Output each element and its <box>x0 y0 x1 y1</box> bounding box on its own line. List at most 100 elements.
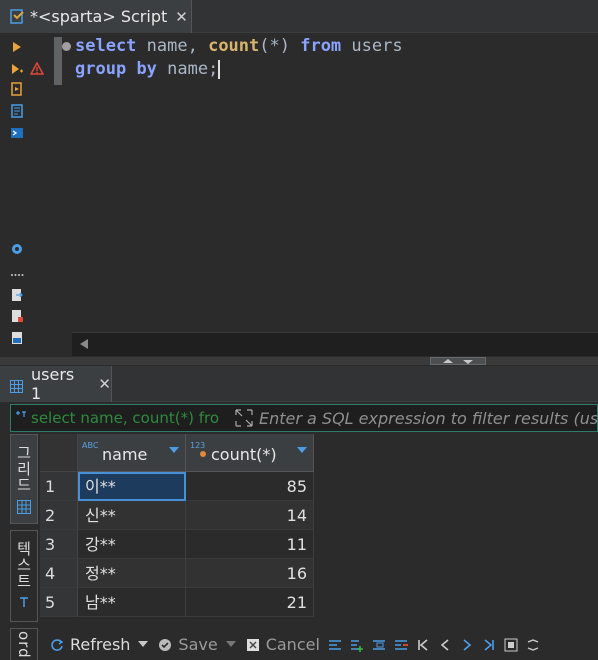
column-header-count[interactable]: 123 count(*) <box>186 434 314 472</box>
code-line-2[interactable]: group by name; <box>75 58 221 81</box>
code-text: name; <box>156 59 219 79</box>
cancel-label: Cancel <box>265 634 320 654</box>
table-cell[interactable]: 이** <box>78 472 186 501</box>
add-row-icon[interactable] <box>350 637 364 652</box>
more-options-icon[interactable] <box>526 637 540 651</box>
refresh-button[interactable]: Refresh <box>50 635 149 654</box>
function-name: count <box>208 36 260 56</box>
sort-dropdown-icon[interactable] <box>169 447 179 453</box>
code-text: name, <box>136 36 209 56</box>
tab-record[interactable]: ord <box>10 628 38 660</box>
column-header-name[interactable]: ABC name <box>78 434 186 472</box>
format-icon[interactable] <box>10 330 24 344</box>
execute-script-icon[interactable] <box>10 81 24 96</box>
text-caret <box>218 59 221 79</box>
fit-columns-icon[interactable] <box>504 637 518 652</box>
number-type-icon: 123 <box>190 441 206 450</box>
tab-text[interactable]: 텍스트 <box>10 530 38 622</box>
last-page-icon[interactable] <box>482 637 496 651</box>
next-page-icon[interactable] <box>460 637 474 651</box>
sort-dropdown-icon[interactable] <box>297 447 307 453</box>
table-grid-icon <box>10 378 23 393</box>
settings-icon[interactable] <box>10 241 24 255</box>
table-cell[interactable]: 11 <box>186 530 314 559</box>
table-cell[interactable]: 16 <box>186 559 314 588</box>
close-icon[interactable]: ✕ <box>175 8 188 26</box>
code-text: users <box>341 36 403 56</box>
tab-grid-label: 그리드 <box>14 445 33 493</box>
close-icon[interactable]: ✕ <box>98 375 111 393</box>
keyword: select <box>75 36 137 56</box>
save-label: Save <box>178 634 218 654</box>
row-number[interactable]: 1 <box>40 472 78 501</box>
scroll-left-icon[interactable] <box>80 339 88 349</box>
delete-script-icon[interactable] <box>10 308 24 322</box>
delete-row-icon[interactable] <box>394 637 408 651</box>
table-row[interactable]: 4 정** 16 <box>40 559 314 588</box>
grid-corner[interactable] <box>40 434 78 472</box>
row-number[interactable]: 2 <box>40 501 78 530</box>
script-editor-tab[interactable]: *<sparta> Script ✕ <box>0 0 192 33</box>
prev-page-icon[interactable] <box>438 637 452 651</box>
expand-icon[interactable] <box>233 407 255 429</box>
script-tab-title: *<sparta> Script <box>30 7 168 26</box>
execute-statement-icon[interactable] <box>10 39 24 53</box>
chevron-down-icon[interactable] <box>138 641 149 647</box>
table-cell[interactable]: 85 <box>186 472 314 501</box>
table-cell[interactable]: 21 <box>186 588 314 617</box>
chevron-down-icon[interactable] <box>225 641 236 647</box>
results-view-tabs: 그리드 텍스트 ord <box>10 434 38 660</box>
results-tab-title: users 1 <box>31 365 75 403</box>
filter-input[interactable] <box>257 405 597 431</box>
table-row[interactable]: 1 이** 85 <box>40 472 314 501</box>
refresh-icon <box>50 637 64 651</box>
grid-header: ABC name 123 count(*) <box>40 434 598 472</box>
check-icon <box>158 637 172 651</box>
table-row[interactable]: 3 강** 11 <box>40 530 314 559</box>
column-key-icon <box>200 451 206 457</box>
explain-plan-icon[interactable] <box>10 103 24 118</box>
table-cell[interactable]: 14 <box>186 501 314 530</box>
row-number[interactable]: 3 <box>40 530 78 559</box>
statement-marker <box>54 37 62 85</box>
table-row[interactable]: 2 신** 14 <box>40 501 314 530</box>
execute-new-tab-icon[interactable] <box>10 61 24 75</box>
sql-editor[interactable]: select name, count(*) from users group b… <box>52 33 598 333</box>
row-number[interactable]: 4 <box>40 559 78 588</box>
code-line-1[interactable]: select name, count(*) from users <box>75 35 403 58</box>
table-cell[interactable]: 남** <box>78 588 186 617</box>
results-tab[interactable]: users 1 ✕ <box>0 365 112 403</box>
more-icon[interactable] <box>10 263 24 276</box>
copy-row-icon[interactable] <box>372 637 386 651</box>
splitter-toggle-button[interactable] <box>430 357 486 365</box>
results-tab-bar: users 1 ✕ <box>0 365 598 403</box>
table-row[interactable]: 5 남** 21 <box>40 588 314 617</box>
code-text: (*) <box>259 36 301 56</box>
cancel-icon <box>246 637 260 651</box>
tab-grid[interactable]: 그리드 <box>10 434 38 524</box>
fold-marker-icon[interactable] <box>62 42 71 51</box>
editor-horizontal-scrollbar[interactable] <box>72 332 598 356</box>
keyword: from <box>300 36 342 56</box>
keyword: group <box>75 59 127 79</box>
row-number[interactable]: 5 <box>40 588 78 617</box>
warning-icon <box>29 61 45 75</box>
export-icon[interactable] <box>10 287 24 301</box>
table-cell[interactable]: 강** <box>78 530 186 559</box>
table-cell[interactable]: 정** <box>78 559 186 588</box>
save-button[interactable]: Save <box>158 634 236 654</box>
string-type-icon: ABC <box>82 441 99 450</box>
keyword: by <box>136 59 157 79</box>
edit-row-icon[interactable] <box>328 637 342 651</box>
filter-history-icon[interactable] <box>13 409 31 427</box>
panel-splitter[interactable] <box>0 357 598 365</box>
cancel-button[interactable]: Cancel <box>246 635 320 654</box>
table-cell[interactable]: 신** <box>78 501 186 530</box>
text-view-icon <box>18 593 30 612</box>
column-label: count(*) <box>211 445 277 464</box>
grid-view-icon <box>17 499 31 518</box>
results-filter-bar: select name, count(*) fro <box>10 404 598 432</box>
first-page-icon[interactable] <box>416 637 430 651</box>
terminal-icon[interactable] <box>10 125 24 139</box>
